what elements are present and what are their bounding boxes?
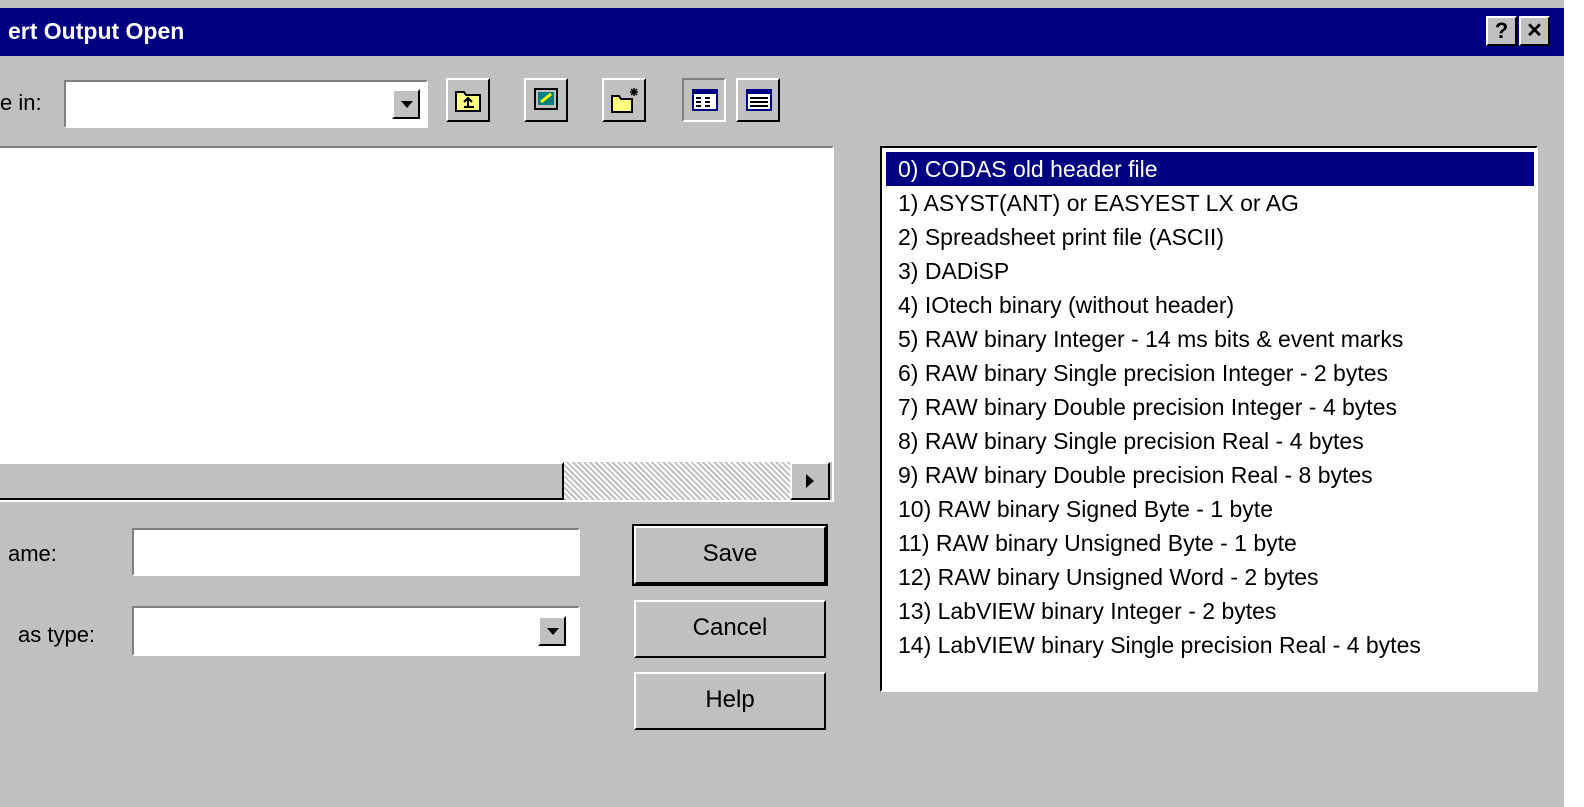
list-item[interactable]: 3) DADiSP xyxy=(886,254,1534,288)
help-caption-button[interactable]: ? xyxy=(1486,16,1517,46)
help-button[interactable]: Help xyxy=(634,672,826,730)
title-bar[interactable]: ert Output Open ? ✕ xyxy=(0,8,1564,56)
arrow-right-icon xyxy=(806,474,814,488)
chevron-down-icon[interactable] xyxy=(392,89,420,119)
close-button[interactable]: ✕ xyxy=(1519,16,1550,46)
list-item[interactable]: 12) RAW binary Unsigned Word - 2 bytes xyxy=(886,560,1534,594)
list-item[interactable]: 8) RAW binary Single precision Real - 4 … xyxy=(886,424,1534,458)
list-item[interactable]: 0) CODAS old header file xyxy=(886,152,1534,186)
scrollbar-track[interactable] xyxy=(564,462,790,500)
list-item[interactable]: 10) RAW binary Signed Byte - 1 byte xyxy=(886,492,1534,526)
file-name-label: ame: xyxy=(8,541,57,566)
list-view-button[interactable] xyxy=(682,78,726,122)
details-view-button[interactable] xyxy=(736,78,780,122)
scrollbar-thumb[interactable] xyxy=(0,462,564,500)
list-item[interactable]: 9) RAW binary Double precision Real - 8 … xyxy=(886,458,1534,492)
list-item[interactable]: 2) Spreadsheet print file (ASCII) xyxy=(886,220,1534,254)
horizontal-scrollbar[interactable] xyxy=(0,462,832,500)
up-one-level-button[interactable] xyxy=(446,78,490,122)
save-in-label: e in: xyxy=(0,90,42,115)
list-item[interactable]: 7) RAW binary Double precision Integer -… xyxy=(886,390,1534,424)
save-in-combobox[interactable] xyxy=(64,80,428,128)
save-button[interactable]: Save xyxy=(632,524,828,586)
dialog-window: ert Output Open ? ✕ e in: ame: as type: … xyxy=(0,0,1564,807)
list-item[interactable]: 6) RAW binary Single precision Integer -… xyxy=(886,356,1534,390)
cancel-button[interactable]: Cancel xyxy=(634,600,826,658)
list-item[interactable]: 14) LabVIEW binary Single precision Real… xyxy=(886,628,1534,662)
details-view-icon xyxy=(746,89,772,111)
list-item[interactable]: 1) ASYST(ANT) or EASYEST LX or AG xyxy=(886,186,1534,220)
scroll-right-button[interactable] xyxy=(790,462,830,500)
chevron-down-icon[interactable] xyxy=(538,616,566,646)
window-title: ert Output Open xyxy=(8,18,185,44)
list-item[interactable]: 11) RAW binary Unsigned Byte - 1 byte xyxy=(886,526,1534,560)
file-format-list[interactable]: 0) CODAS old header file 1) ASYST(ANT) or… xyxy=(880,146,1538,692)
file-name-input[interactable] xyxy=(132,528,580,576)
up-folder-icon xyxy=(455,91,481,112)
desktop-icon xyxy=(534,88,558,110)
list-item[interactable]: 5) RAW binary Integer - 14 ms bits & eve… xyxy=(886,322,1534,356)
create-new-folder-button[interactable] xyxy=(602,78,646,122)
list-item[interactable]: 13) LabVIEW binary Integer - 2 bytes xyxy=(886,594,1534,628)
new-folder-icon xyxy=(611,88,638,113)
desktop-button[interactable] xyxy=(524,78,568,122)
question-icon: ? xyxy=(1494,18,1509,43)
list-item[interactable]: 4) IOtech binary (without header) xyxy=(886,288,1534,322)
file-list-pane[interactable] xyxy=(0,146,834,502)
close-icon: ✕ xyxy=(1526,20,1543,42)
save-as-type-combobox[interactable] xyxy=(132,606,580,656)
list-view-icon xyxy=(692,89,718,111)
save-as-type-label: as type: xyxy=(18,622,96,647)
